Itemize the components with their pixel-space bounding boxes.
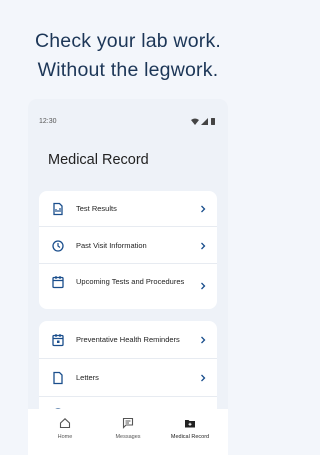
status-bar: 12:30: [28, 99, 228, 125]
bottom-tab-bar: Home Messages Medical Record: [28, 409, 228, 455]
menu-item-preventative-health-reminders[interactable]: Preventative Health Reminders: [39, 321, 217, 359]
status-time: 12:30: [39, 118, 57, 125]
tab-medical-record-label: Medical Record: [170, 434, 210, 440]
menu-item-label: Upcoming Tests and Procedures: [76, 277, 185, 286]
menu-item-label: Letters: [76, 373, 99, 382]
menu-item-label: Preventative Health Reminders: [76, 335, 180, 344]
upcoming-tests-icon: [52, 276, 64, 289]
menu-item-past-visit-information[interactable]: Past Visit Information: [39, 227, 217, 264]
headline: Check your lab work. Without the legwork…: [0, 27, 256, 85]
page-title: Medical Record: [48, 152, 149, 168]
phone-screen: 12:30 Medical Record Test Results Past V…: [28, 99, 228, 455]
chevron-right-icon: [201, 374, 206, 382]
menu-item-label: Test Results: [76, 204, 117, 213]
menu-item-upcoming-tests[interactable]: Upcoming Tests and Procedures: [39, 264, 217, 309]
medical-record-section-1: Test Results Past Visit Information Upco…: [39, 191, 217, 309]
battery-icon: [211, 118, 215, 125]
tab-messages[interactable]: Messages: [95, 409, 161, 455]
menu-item-label: Past Visit Information: [76, 241, 147, 250]
medical-record-section-2: Preventative Health Reminders Letters: [39, 321, 217, 417]
past-visit-icon: [52, 240, 64, 252]
chevron-right-icon: [201, 205, 206, 213]
tab-home-label: Home: [57, 434, 73, 440]
signal-icon: [201, 118, 208, 125]
test-results-icon: [53, 202, 63, 216]
chevron-right-icon: [201, 336, 206, 344]
calendar-icon: [52, 334, 64, 347]
tab-medical-record[interactable]: Medical Record: [157, 409, 223, 455]
letters-icon: [53, 371, 63, 385]
headline-line-1: Check your lab work.: [34, 30, 222, 52]
chevron-right-icon: [201, 242, 206, 250]
headline-line-2: Without the legwork.: [37, 59, 219, 81]
menu-item-letters[interactable]: Letters: [39, 359, 217, 397]
wifi-icon: [191, 118, 199, 125]
chevron-right-icon: [201, 282, 206, 290]
tab-home[interactable]: Home: [32, 409, 98, 455]
messages-icon: [122, 417, 134, 429]
status-icons: [191, 118, 215, 125]
menu-item-test-results[interactable]: Test Results: [39, 191, 217, 227]
medical-record-icon: [185, 420, 195, 428]
tab-messages-label: Messages: [115, 434, 141, 440]
home-icon: [59, 418, 71, 429]
